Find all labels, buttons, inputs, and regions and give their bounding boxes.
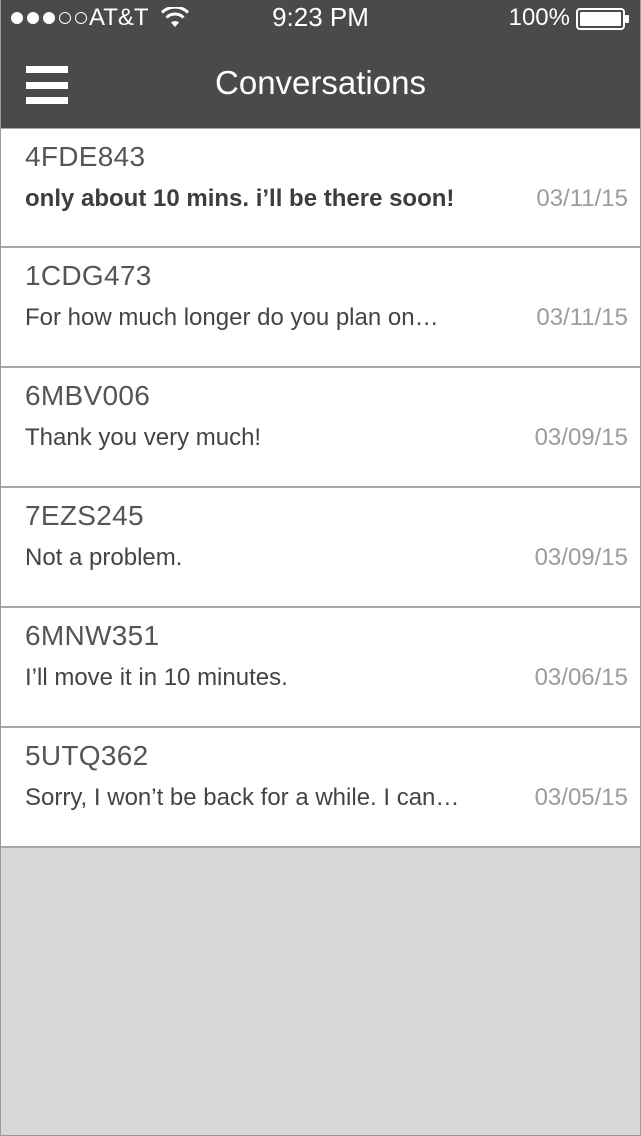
license-plate: 4FDE843 [25,141,146,172]
message-date: 03/11/15 [536,304,628,331]
message-preview: Thank you very much! [25,424,262,451]
license-plate: 5UTQ362 [25,740,149,771]
page-title: Conversations [215,64,426,101]
license-plate: 7EZS245 [25,500,144,531]
conversation-row[interactable]: 7EZS245 Not a problem. 03/09/15 [1,488,640,608]
top-bar: AT&T 9:23 PM 100% Conversations [1,0,640,128]
message-preview: Not a problem. [25,544,183,571]
message-date: 03/05/15 [534,784,628,811]
phone-screen: AT&T 9:23 PM 100% Conversations 4FDE843 … [0,0,641,1136]
message-preview: Sorry, I won’t be back for a while. I ca… [25,784,460,811]
conversation-row[interactable]: 6MNW351 I’ll move it in 10 minutes. 03/0… [1,608,640,728]
status-bar: AT&T 9:23 PM 100% [1,0,640,36]
message-preview: For how much longer do you plan on… [25,304,439,331]
license-plate: 6MBV006 [25,380,151,411]
message-date: 03/11/15 [536,185,628,212]
battery-percentage: 100% [508,4,570,31]
license-plate: 6MNW351 [25,620,160,651]
conversation-list: 4FDE843 only about 10 mins. i’ll be ther… [1,128,640,848]
battery-icon [576,8,629,30]
conversation-row[interactable]: 5UTQ362 Sorry, I won’t be back for a whi… [1,728,640,848]
conversation-row[interactable]: 6MBV006 Thank you very much! 03/09/15 [1,368,640,488]
conversation-row[interactable]: 1CDG473 For how much longer do you plan … [1,248,640,368]
message-date: 03/09/15 [534,544,628,571]
conversation-row[interactable]: 4FDE843 only about 10 mins. i’ll be ther… [1,128,640,248]
license-plate: 1CDG473 [25,260,152,291]
message-preview: only about 10 mins. i’ll be there soon! [25,185,455,212]
message-preview: I’ll move it in 10 minutes. [25,664,288,691]
message-date: 03/09/15 [534,424,628,451]
message-date: 03/06/15 [534,664,628,691]
